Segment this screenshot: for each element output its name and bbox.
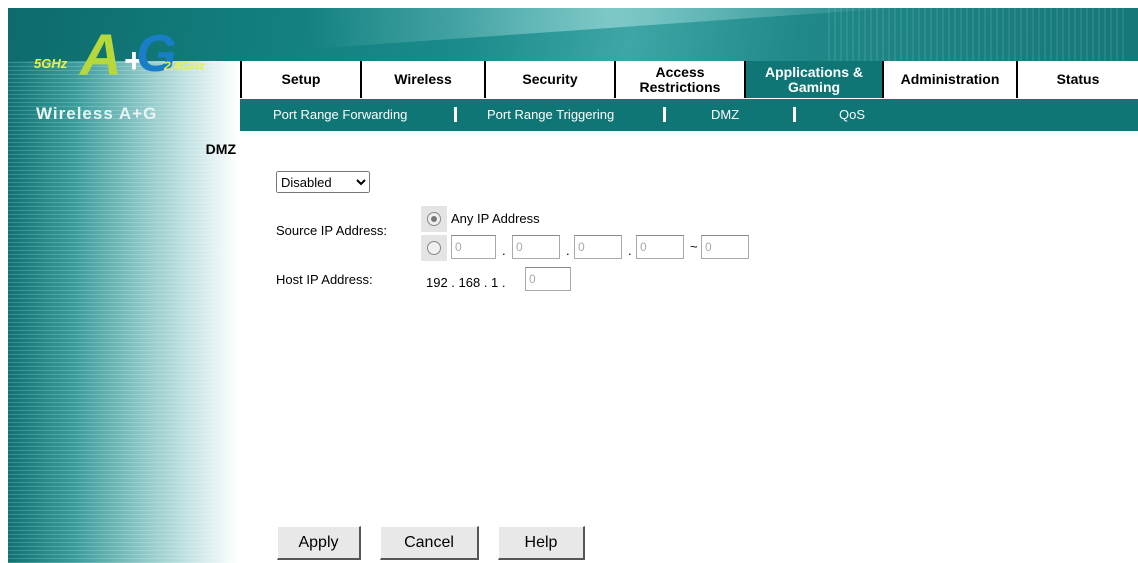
- source-ip-range-end[interactable]: [701, 235, 749, 259]
- dmz-enable-select[interactable]: Disabled: [276, 171, 370, 193]
- any-ip-radio[interactable]: [421, 206, 447, 232]
- source-ip-label: Source IP Address:: [276, 223, 388, 238]
- tab-security[interactable]: Security: [486, 61, 614, 98]
- subnav-qos[interactable]: QoS: [839, 107, 865, 122]
- logo-5ghz-text: 5GHz: [34, 56, 68, 71]
- source-ip-octet-1[interactable]: [451, 235, 496, 259]
- subnav-separator: [663, 107, 666, 122]
- subnav-port-range-triggering[interactable]: Port Range Triggering: [487, 107, 614, 122]
- logo-brand-text: Wireless A+G: [36, 104, 158, 123]
- subnav-dmz[interactable]: DMZ: [711, 107, 739, 122]
- logo-letter-a: A: [80, 23, 122, 88]
- source-ip-octet-2[interactable]: [512, 235, 560, 259]
- tab-setup[interactable]: Setup: [242, 61, 360, 98]
- banner-decoration: [307, 8, 909, 49]
- help-button[interactable]: Help: [498, 526, 585, 560]
- source-ip-octet-3[interactable]: [574, 235, 622, 259]
- radio-dot: [431, 216, 437, 222]
- radio-circle: [427, 241, 441, 255]
- apply-button[interactable]: Apply: [277, 526, 361, 560]
- tab-applications-gaming[interactable]: Applications & Gaming: [746, 61, 882, 98]
- logo-24ghz-text: 2.4GHz: [164, 59, 205, 73]
- sidebar-decoration: [8, 61, 238, 563]
- ip-range-tilde: ~: [690, 239, 698, 254]
- ip-range-radio[interactable]: [421, 235, 447, 261]
- banner-decoration: [828, 8, 1128, 61]
- any-ip-label: Any IP Address: [451, 211, 540, 226]
- tab-access-restrictions[interactable]: Access Restrictions: [616, 61, 744, 98]
- tab-status[interactable]: Status: [1018, 61, 1138, 98]
- section-title: DMZ: [205, 141, 236, 157]
- main-content: Disabled Source IP Address: Any IP Addre…: [240, 131, 1138, 563]
- logo-letter-g: G: [136, 25, 177, 83]
- left-sidebar: DMZ: [8, 61, 238, 563]
- brand-logo: 5GHz A + G 2.4GHz Wireless A+G: [8, 8, 238, 128]
- subnav-port-range-forwarding[interactable]: Port Range Forwarding: [273, 107, 407, 122]
- cancel-button[interactable]: Cancel: [380, 526, 479, 560]
- main-tab-bar: Setup Wireless Security Access Restricti…: [240, 61, 1138, 98]
- subnav-separator: [793, 107, 796, 122]
- tab-wireless[interactable]: Wireless: [362, 61, 484, 98]
- host-ip-prefix: 192 . 168 . 1 .: [426, 275, 506, 290]
- sub-navigation: Port Range Forwarding Port Range Trigger…: [240, 99, 1138, 131]
- host-ip-label: Host IP Address:: [276, 272, 373, 287]
- tab-administration[interactable]: Administration: [884, 61, 1016, 98]
- ip-dot: .: [566, 243, 570, 258]
- host-ip-last-octet[interactable]: [525, 267, 571, 291]
- ip-dot: .: [628, 243, 632, 258]
- subnav-separator: [454, 107, 457, 122]
- source-ip-octet-4[interactable]: [636, 235, 684, 259]
- ip-dot: .: [502, 243, 506, 258]
